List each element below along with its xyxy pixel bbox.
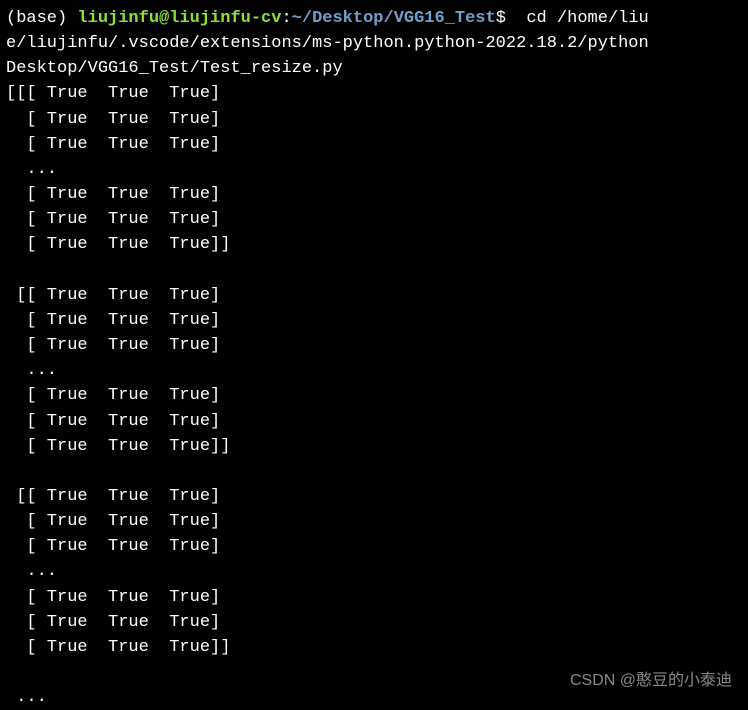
output-line: [ True True True]] (6, 235, 230, 254)
command-text: cd /home/liu (506, 9, 649, 28)
output-line: [ True True True] (6, 135, 220, 154)
output-line: [ True True True] (6, 613, 220, 632)
command-wrap-2: Desktop/VGG16_Test/Test_resize.py (6, 59, 343, 78)
output-line: [ True True True] (6, 110, 220, 129)
output-line: ... (6, 688, 47, 707)
output-line: [ True True True] (6, 537, 220, 556)
output-line: ... (6, 160, 57, 179)
prompt-dollar: $ (496, 9, 506, 28)
watermark-text: CSDN @憨豆的小泰迪 (570, 669, 732, 693)
output-line: ... (6, 361, 57, 380)
prompt-env: (base) (6, 9, 77, 28)
command-wrap-1: e/liujinfu/.vscode/extensions/ms-python.… (6, 34, 649, 53)
output-line: [ True True True] (6, 588, 220, 607)
output-line: [ True True True] (6, 311, 220, 330)
output-line: [[[ True True True] (6, 84, 220, 103)
output-line: [[ True True True] (6, 286, 220, 305)
output-line: [[ True True True] (6, 487, 220, 506)
prompt-colon: : (281, 9, 291, 28)
output-line: [ True True True] (6, 210, 220, 229)
prompt-path: ~/Desktop/VGG16_Test (292, 9, 496, 28)
output-line: [ True True True] (6, 412, 220, 431)
terminal-output[interactable]: (base) liujinfu@liujinfu-cv:~/Desktop/VG… (6, 6, 748, 710)
output-line: [ True True True] (6, 185, 220, 204)
output-line: [ True True True]] (6, 638, 230, 657)
output-line: [ True True True] (6, 386, 220, 405)
output-line: ... (6, 562, 57, 581)
output-line: [ True True True] (6, 336, 220, 355)
prompt-user-host: liujinfu@liujinfu-cv (77, 9, 281, 28)
output-line: [ True True True]] (6, 437, 230, 456)
output-line: [ True True True] (6, 512, 220, 531)
